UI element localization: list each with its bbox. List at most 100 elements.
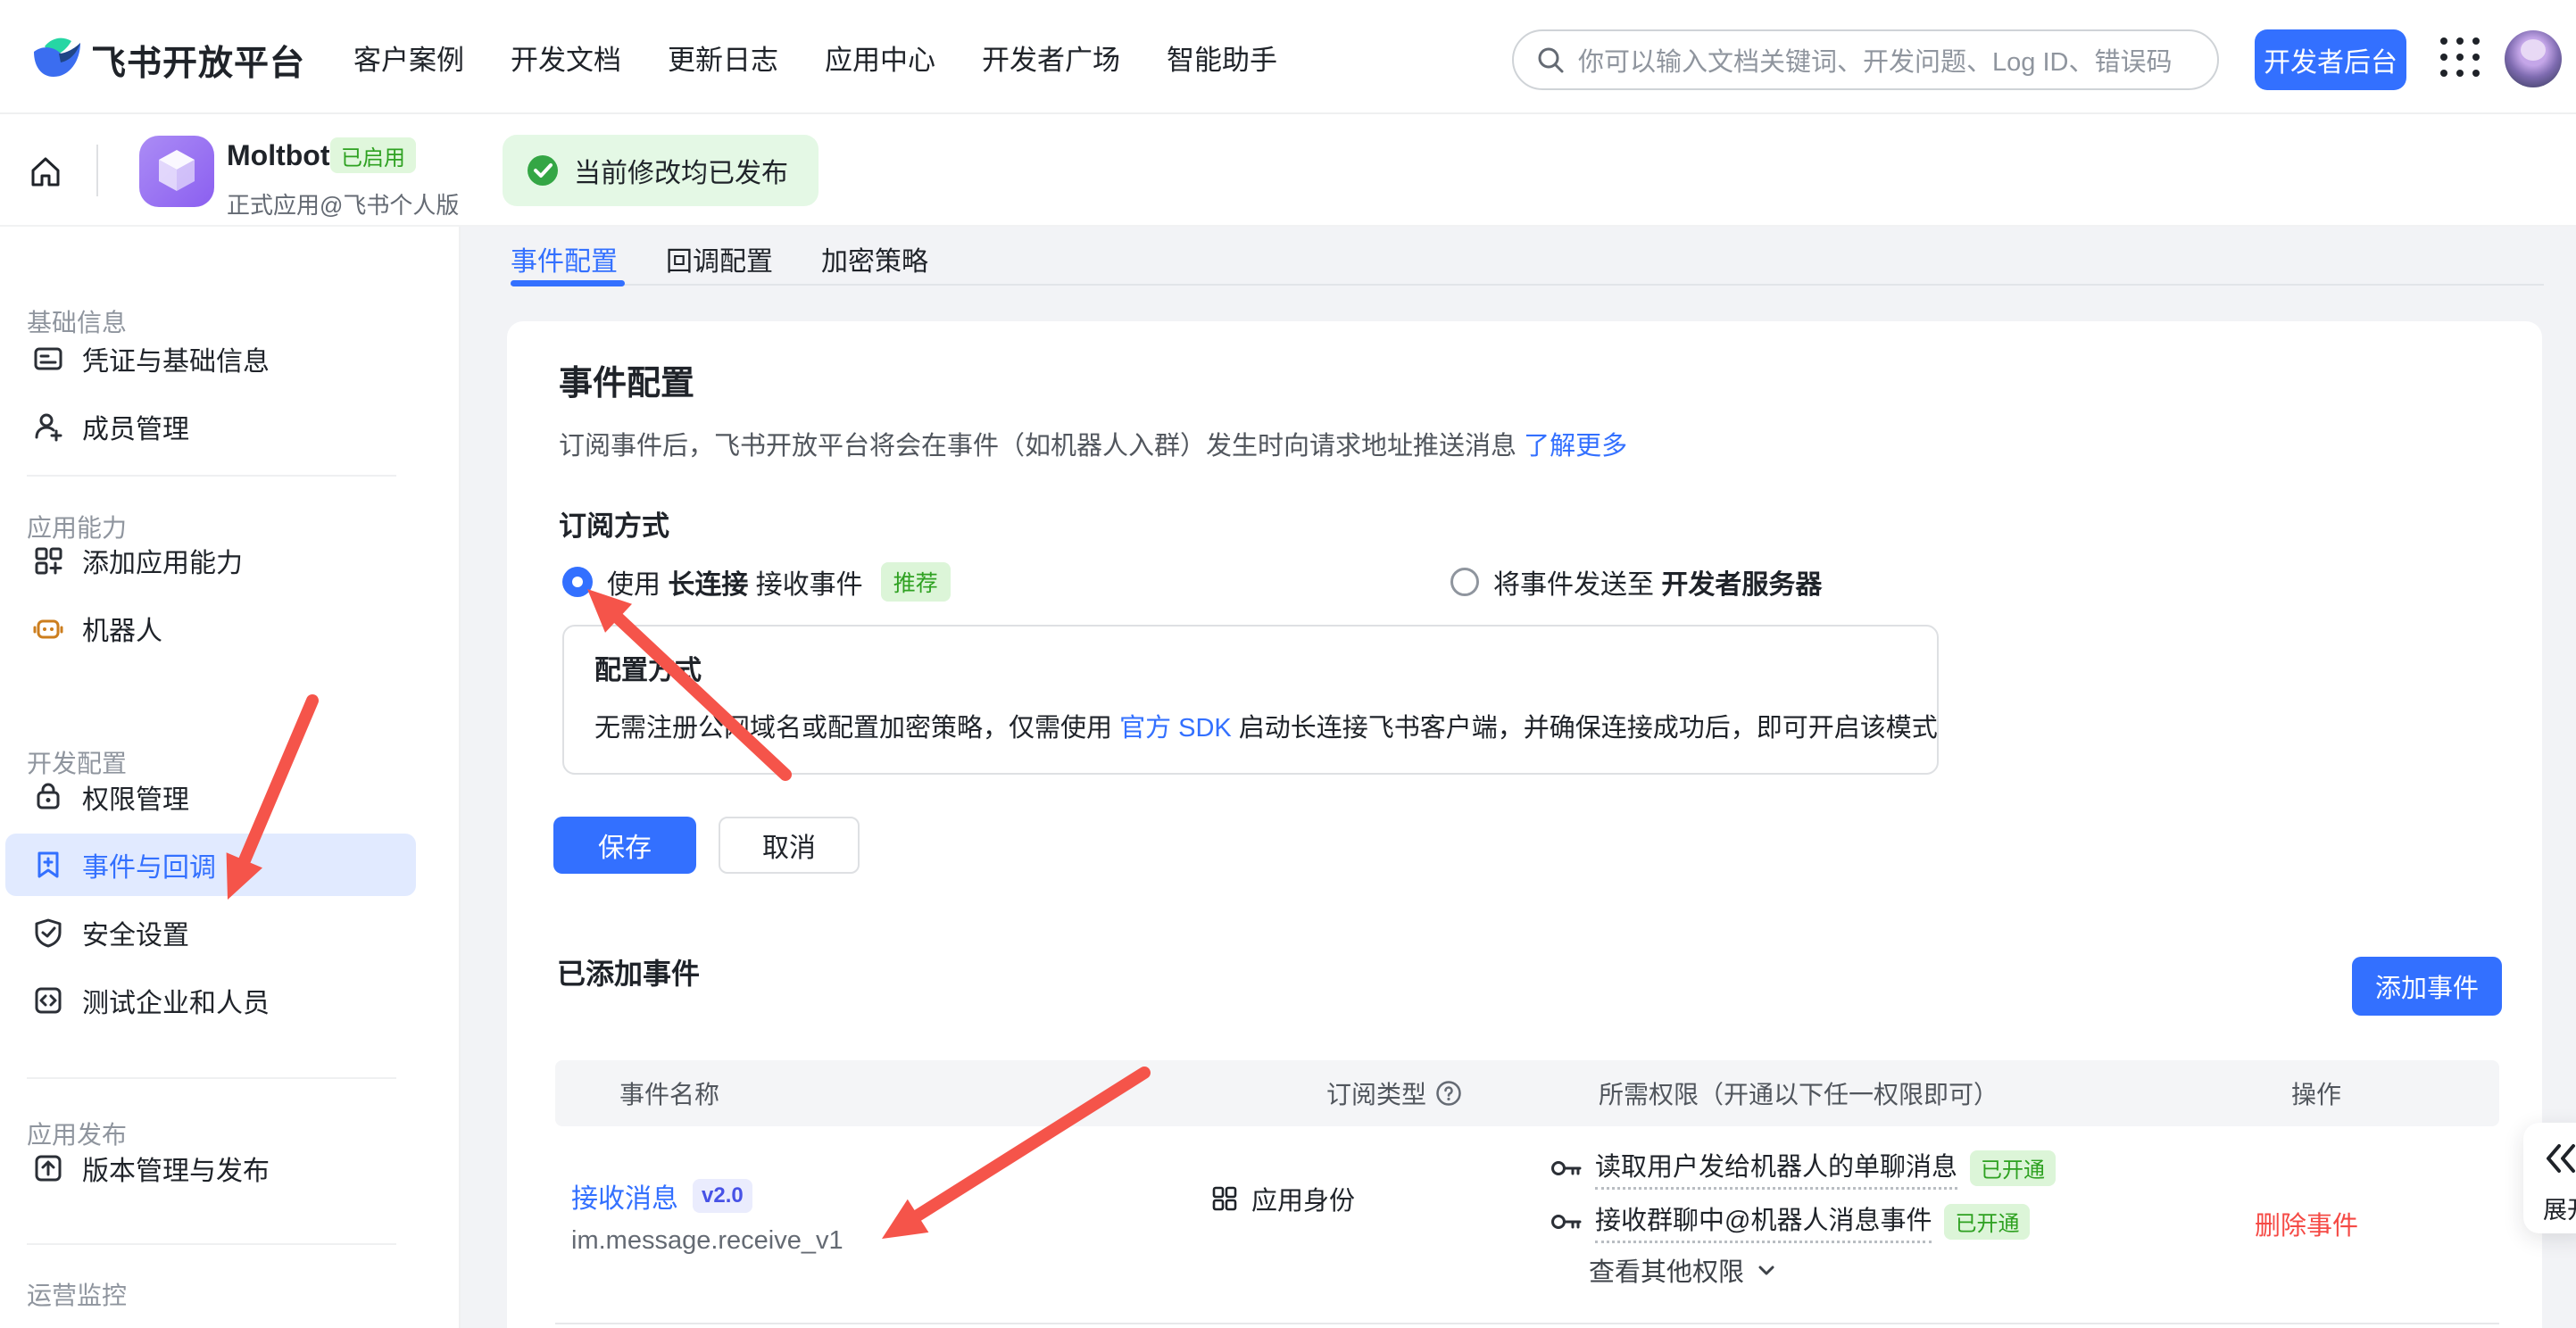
sidebar: 基础信息 凭证与基础信息 成员管理 应用能力 — [0, 227, 461, 1328]
feishu-open-platform-page: 飞书开放平台 客户案例 开发文档 更新日志 应用中心 开发者广场 智能助手 你可… — [0, 0, 2576, 1328]
config-tabs: 事件配置 回调配置 加密策略 — [511, 239, 928, 278]
publish-status-text: 当前修改均已发布 — [574, 151, 788, 190]
robot-icon — [32, 612, 64, 644]
event-name-link[interactable]: 接收消息 — [571, 1176, 678, 1216]
sidebar-item-label: 凭证与基础信息 — [82, 339, 270, 378]
col-actions: 操作 — [2291, 1060, 2341, 1126]
add-event-button[interactable]: 添加事件 — [2352, 957, 2502, 1016]
search-input[interactable]: 你可以输入文档关键词、开发问题、Log ID、错误码 — [1512, 29, 2219, 90]
sidebar-item-test-org[interactable]: 测试企业和人员 — [5, 969, 416, 1032]
description-text: 订阅事件后，飞书开放平台将会在事件（如机器人入群）发生时向请求地址推送消息 — [559, 432, 1524, 461]
sidebar-divider — [27, 1243, 396, 1245]
user-avatar[interactable] — [2505, 30, 2562, 87]
chevron-down-icon — [1755, 1258, 1778, 1282]
col-event-name: 事件名称 — [619, 1060, 719, 1126]
sidebar-section-monitor: 运营监控 — [27, 1276, 127, 1312]
radio-label: 将事件发送至 开发者服务器 — [1493, 562, 1822, 602]
col-required-permissions: 所需权限（开通以下任一权限即可） — [1599, 1060, 1998, 1126]
row-divider — [555, 1323, 2499, 1324]
permission-enabled-badge: 已开通 — [1970, 1150, 2056, 1186]
radio-option-dev-server[interactable]: 将事件发送至 开发者服务器 — [1450, 560, 1822, 603]
sidebar-item-label: 测试企业和人员 — [82, 981, 270, 1020]
key-icon — [1550, 1208, 1583, 1235]
expand-panel-tab[interactable]: 展开 — [2523, 1123, 2576, 1233]
permission-row: 接收群聊中@机器人消息事件 已开通 — [1550, 1199, 2030, 1243]
dev-console-button[interactable]: 开发者后台 — [2255, 29, 2406, 90]
nav-item-changelog[interactable]: 更新日志 — [668, 37, 778, 78]
config-method-title: 配置方式 — [594, 648, 702, 687]
view-more-permissions[interactable]: 查看其他权限 — [1589, 1251, 1778, 1289]
delete-event-link[interactable]: 删除事件 — [2255, 1205, 2358, 1242]
header-divider — [96, 145, 98, 196]
radio-selected-icon[interactable] — [562, 567, 593, 597]
sidebar-item-label: 添加应用能力 — [82, 541, 243, 580]
sidebar-item-credentials[interactable]: 凭证与基础信息 — [5, 328, 416, 390]
feishu-logo-icon — [32, 34, 82, 79]
section-description: 订阅事件后，飞书开放平台将会在事件（如机器人入群）发生时向请求地址推送消息 了解… — [559, 425, 1627, 462]
tab-encryption[interactable]: 加密策略 — [821, 239, 928, 278]
nav-item-ai-assistant[interactable]: 智能助手 — [1167, 37, 1277, 78]
sidebar-item-permissions[interactable]: 权限管理 — [5, 766, 416, 828]
nav-item-dev-square[interactable]: 开发者广场 — [982, 37, 1120, 78]
radio-unselected-icon[interactable] — [1450, 568, 1479, 596]
tab-event-config[interactable]: 事件配置 — [511, 239, 618, 278]
content-area: 事件配置 回调配置 加密策略 事件配置 订阅事件后，飞书开放平台将会在事件（如机… — [461, 227, 2576, 1328]
tab-active-indicator — [511, 280, 625, 286]
sidebar-item-bot[interactable]: 机器人 — [5, 597, 416, 660]
app-header-bar: Moltbot 已启用 正式应用@飞书个人版 当前修改均已发布 — [0, 114, 2576, 227]
top-nav: 飞书开放平台 客户案例 开发文档 更新日志 应用中心 开发者广场 智能助手 你可… — [0, 0, 2576, 114]
added-events-title: 已添加事件 — [557, 951, 700, 992]
sidebar-item-version-release[interactable]: 版本管理与发布 — [5, 1137, 416, 1199]
nav-item-cases[interactable]: 客户案例 — [353, 37, 464, 78]
sidebar-item-members[interactable]: 成员管理 — [5, 395, 416, 458]
subscribe-mode-title: 订阅方式 — [559, 503, 669, 544]
publish-up-icon — [32, 1152, 64, 1184]
home-icon[interactable] — [29, 155, 62, 189]
code-box-icon — [32, 984, 64, 1017]
double-chevron-left-icon — [2543, 1141, 2576, 1176]
sidebar-item-add-capability[interactable]: 添加应用能力 — [5, 529, 416, 592]
sidebar-item-label: 成员管理 — [82, 407, 189, 446]
sidebar-item-label: 版本管理与发布 — [82, 1149, 270, 1188]
app-subtitle: 正式应用@飞书个人版 — [227, 187, 459, 220]
subscribe-type-cell: 应用身份 — [1210, 1180, 1355, 1217]
question-circle-icon[interactable] — [1435, 1080, 1462, 1107]
lock-icon — [32, 781, 64, 813]
permission-label[interactable]: 读取用户发给机器人的单聊消息 — [1595, 1146, 1957, 1190]
radio-label: 使用 长连接 接收事件 — [607, 562, 863, 602]
search-icon — [1535, 45, 1566, 75]
event-version-badge: v2.0 — [693, 1179, 752, 1213]
shield-check-icon — [32, 917, 64, 949]
brand-title: 飞书开放平台 — [91, 36, 305, 86]
event-code: im.message.receive_v1 — [571, 1226, 843, 1256]
radio-option-long-connection[interactable]: 使用 长连接 接收事件 推荐 — [562, 560, 951, 603]
config-method-body: 无需注册公网域名或配置加密策略，仅需使用 官方 SDK 启动长连接飞书客户端，并… — [594, 707, 1938, 744]
key-icon — [1550, 1155, 1583, 1182]
nav-item-docs[interactable]: 开发文档 — [511, 37, 621, 78]
section-title: 事件配置 — [559, 355, 694, 404]
tab-bottom-line — [511, 284, 2544, 286]
capability-grid-icon — [32, 544, 64, 577]
app-avatar — [139, 136, 214, 207]
permission-label[interactable]: 接收群聊中@机器人消息事件 — [1595, 1199, 1932, 1243]
app-name: Moltbot — [227, 139, 330, 172]
official-sdk-link[interactable]: 官方 SDK — [1119, 714, 1232, 743]
config-method-box: 配置方式 无需注册公网域名或配置加密策略，仅需使用 官方 SDK 启动长连接飞书… — [562, 625, 1939, 775]
save-button[interactable]: 保存 — [553, 817, 696, 874]
cancel-button[interactable]: 取消 — [719, 817, 860, 874]
sidebar-item-events-callbacks[interactable]: 事件与回调 — [5, 834, 416, 896]
permission-enabled-badge: 已开通 — [1944, 1204, 2030, 1240]
apps-grid-icon[interactable] — [2440, 37, 2481, 79]
sidebar-item-security[interactable]: 安全设置 — [5, 901, 416, 964]
search-placeholder: 你可以输入文档关键词、开发问题、Log ID、错误码 — [1578, 41, 2172, 79]
top-nav-menu: 客户案例 开发文档 更新日志 应用中心 开发者广场 智能助手 — [353, 0, 1277, 114]
member-add-icon — [32, 411, 64, 443]
learn-more-link[interactable]: 了解更多 — [1524, 432, 1627, 461]
events-table-header: 事件名称 订阅类型 所需权限（开通以下任一权限即可） 操作 — [555, 1060, 2499, 1126]
app-identity-icon — [1210, 1184, 1239, 1213]
sidebar-item-label: 权限管理 — [82, 777, 189, 817]
nav-item-app-center[interactable]: 应用中心 — [825, 37, 935, 78]
tab-callback-config[interactable]: 回调配置 — [666, 239, 773, 278]
id-card-icon — [32, 343, 64, 375]
event-config-card: 事件配置 订阅事件后，飞书开放平台将会在事件（如机器人入群）发生时向请求地址推送… — [507, 321, 2542, 1328]
